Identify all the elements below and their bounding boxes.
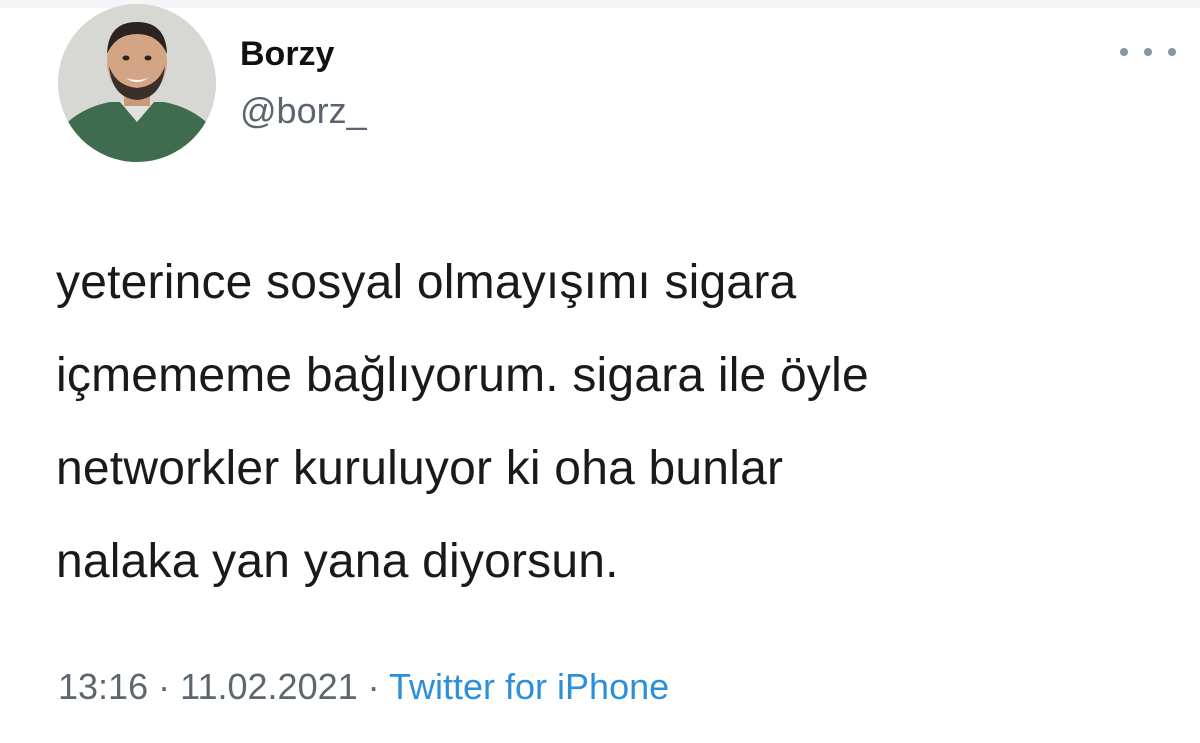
avatar-image — [58, 4, 216, 162]
author-name[interactable]: Borzy — [240, 34, 334, 74]
meta-separator: · — [158, 666, 171, 707]
tweet-text-line: networkler kuruluyor ki oha bunlar — [56, 442, 784, 495]
tweet-date[interactable]: 11.02.2021 — [180, 666, 358, 707]
meta-separator: · — [367, 666, 380, 707]
top-divider — [0, 0, 1200, 8]
tweet-source-link[interactable]: Twitter for iPhone — [389, 666, 669, 707]
tweet-meta: 13:16 · 11.02.2021 · Twitter for iPhone — [58, 665, 669, 709]
tweet-time[interactable]: 13:16 — [58, 666, 148, 707]
tweet-text-line: nalaka yan yana diyorsun. — [56, 535, 619, 588]
more-horizontal-icon — [1120, 48, 1128, 56]
tweet-text: yeterince sosyal olmayışımı sigara içmem… — [56, 236, 1156, 608]
tweet-text-line: içmememe bağlıyorum. sigara ile öyle — [56, 349, 869, 402]
tweet-card: Borzy @borz_ yeterince sosyal olmayışımı… — [0, 0, 1200, 743]
more-horizontal-icon — [1144, 48, 1152, 56]
more-horizontal-icon — [1168, 48, 1176, 56]
more-options-button[interactable] — [1120, 34, 1176, 70]
author-handle[interactable]: @borz_ — [240, 90, 367, 132]
avatar[interactable] — [58, 4, 216, 162]
tweet-text-line: yeterince sosyal olmayışımı sigara — [56, 256, 797, 309]
